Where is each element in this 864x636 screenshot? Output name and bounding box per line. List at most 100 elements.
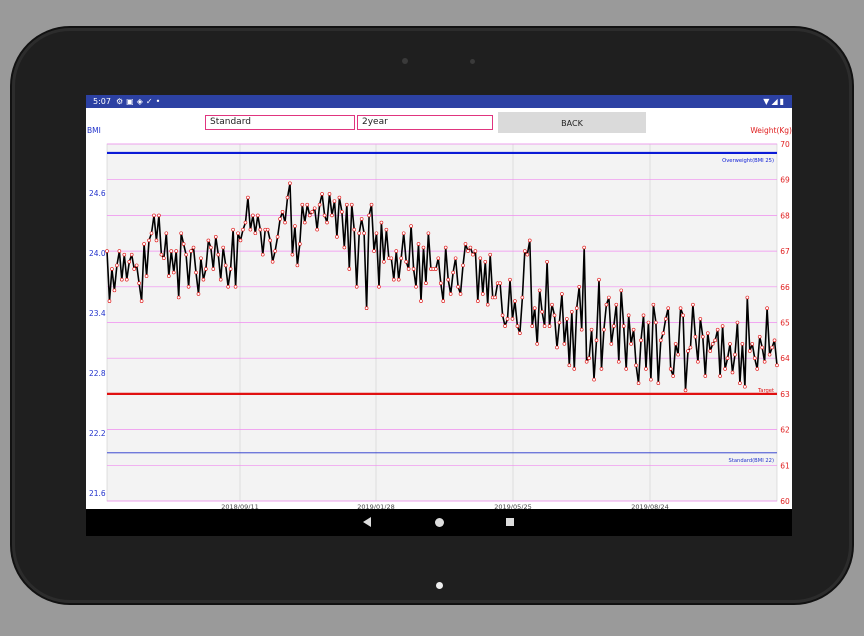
weight-point [701, 334, 705, 339]
weight-point [765, 306, 769, 311]
y-right-tick-label: 62 [780, 426, 790, 435]
app-screen: 5:07 ⚙▣◈✓• ▼◢▮ Standard 2year BACK BMI W… [86, 95, 792, 536]
weight-point [369, 202, 374, 207]
nav-recent-icon[interactable] [506, 518, 514, 526]
y-left-tick-label: 21.6 [89, 489, 106, 498]
weight-point [589, 327, 594, 332]
weight-point [112, 288, 117, 293]
weight-point [448, 292, 453, 296]
weight-point [436, 256, 441, 261]
weight-point [560, 292, 564, 296]
weight-chart[interactable]: 2018/09/11 2019/01/28 2019/05/25 2019/08/24… [86, 95, 792, 509]
weight-point [335, 235, 339, 239]
weight-point [260, 252, 265, 257]
weight-point [446, 277, 450, 282]
y-right-tick-label: 65 [780, 319, 790, 328]
weight-point [624, 367, 628, 371]
weight-point [599, 367, 604, 371]
weight-point [243, 220, 248, 225]
weight-point [453, 256, 458, 261]
weight-point [310, 210, 315, 214]
weight-point [275, 235, 280, 239]
weight-point [748, 349, 752, 353]
weight-point [236, 231, 240, 236]
weight-point [520, 295, 525, 300]
weight-point [283, 220, 287, 225]
nav-bar [86, 509, 792, 536]
weight-point [607, 295, 611, 300]
weight-point [115, 263, 119, 268]
weight-point [186, 285, 191, 289]
weight-point [616, 359, 621, 364]
weight-point [547, 324, 552, 328]
y-left-tick-label: 24.0 [89, 249, 106, 258]
weight-point [354, 285, 359, 289]
weight-point [421, 245, 426, 250]
weight-point [357, 231, 361, 236]
weight-point [129, 252, 134, 257]
weight-point [738, 381, 742, 385]
weight-point [604, 302, 609, 307]
weight-point [372, 249, 376, 253]
weight-point [508, 277, 512, 282]
weight-point [340, 210, 344, 214]
weight-point [671, 374, 675, 378]
weight-point [574, 306, 579, 311]
weight-point [609, 342, 614, 346]
weight-point [579, 327, 584, 332]
weight-point [582, 245, 586, 250]
weight-point [152, 213, 156, 218]
weight-point [745, 295, 750, 300]
weight-point [241, 227, 245, 232]
weight-point [174, 249, 179, 253]
weight-point [367, 213, 371, 218]
weight-point [394, 249, 399, 253]
weight-point [134, 263, 139, 268]
weight-point [710, 342, 715, 346]
weight-point [127, 260, 132, 264]
weight-point [139, 299, 144, 303]
weight-point [288, 181, 292, 186]
weight-point [733, 352, 737, 357]
weight-point [159, 252, 164, 257]
weight-point [527, 238, 532, 243]
weight-point [557, 320, 562, 325]
weight-point [614, 302, 619, 307]
weight-point [723, 367, 727, 371]
weight-point [352, 227, 357, 232]
weight-point [550, 302, 554, 307]
weight-point [760, 345, 764, 350]
weight-point [305, 202, 310, 207]
sensor-icon [470, 59, 475, 64]
weight-point [705, 331, 710, 336]
weight-point [181, 242, 186, 246]
weight-point [290, 252, 295, 257]
weight-point [762, 359, 767, 364]
weight-point [619, 288, 624, 293]
weight-point [651, 302, 656, 307]
nav-home-icon[interactable] [435, 518, 444, 527]
weight-point [221, 245, 225, 250]
weight-point [164, 231, 169, 236]
weight-point [124, 277, 129, 282]
weight-point [636, 381, 641, 385]
weight-point [466, 249, 470, 253]
weight-point [681, 313, 685, 318]
weight-point [493, 295, 497, 300]
weight-point [626, 313, 631, 318]
weight-point [231, 227, 235, 232]
weight-point [120, 277, 124, 282]
weight-point [691, 302, 695, 307]
weight-point [302, 220, 307, 225]
weight-point [154, 238, 159, 243]
weight-point [483, 260, 488, 264]
weight-point [644, 367, 648, 371]
weight-point [330, 213, 334, 218]
weight-point [649, 377, 653, 382]
nav-back-icon[interactable] [363, 517, 371, 527]
weight-point [772, 338, 777, 343]
weight-point [498, 281, 502, 286]
weight-point [725, 356, 730, 361]
weight-point [322, 213, 327, 218]
weight-point [105, 249, 109, 253]
